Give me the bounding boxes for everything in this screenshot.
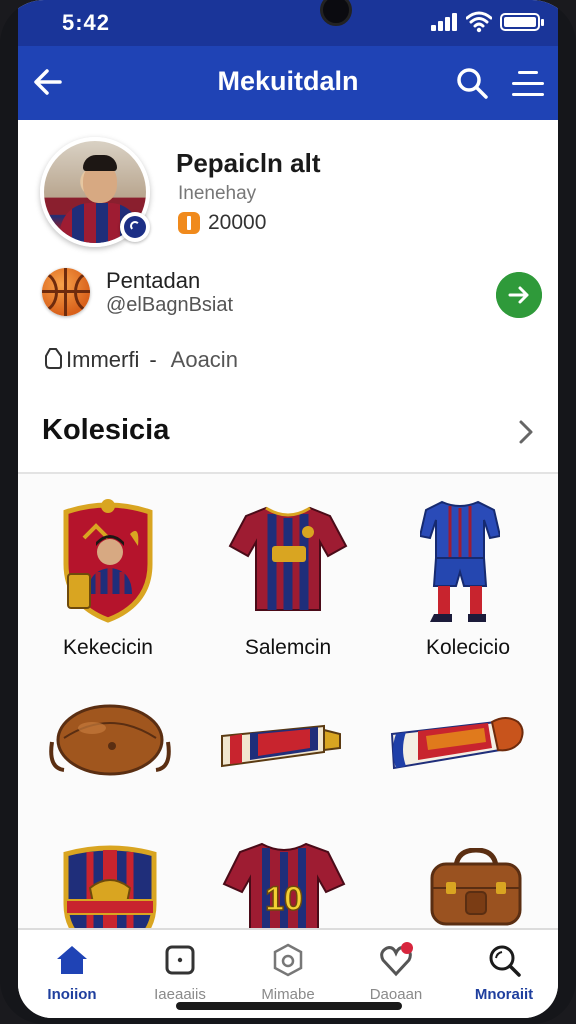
- collection-item[interactable]: Kolecicio: [378, 474, 558, 674]
- info-row[interactable]: Immerfi - Aoacin: [42, 346, 238, 373]
- account-handle: @elBagnBsiat: [106, 294, 234, 316]
- home-indicator[interactable]: [176, 1002, 402, 1010]
- scarf-fist-icon: [390, 717, 524, 770]
- search-icon[interactable]: [454, 65, 490, 101]
- status-bar: 5:42: [18, 0, 558, 46]
- status-time: 5:42: [62, 10, 111, 35]
- collection-item-label: Kolecicio: [425, 636, 511, 659]
- kit-icon: [420, 500, 500, 622]
- account-name: Pentadan: [106, 268, 201, 293]
- info-value: Aoacin: [170, 347, 238, 372]
- collection-item[interactable]: Kekecicin: [18, 474, 198, 674]
- collection-header[interactable]: Kolesicia: [18, 400, 558, 474]
- verified-badge-icon: [120, 212, 150, 242]
- screen: 5:42 Mekuitdaln Pepaicln alt Inenehay 20…: [18, 0, 558, 1018]
- collection-item[interactable]: [198, 674, 378, 824]
- profile-subtitle: Inenehay: [178, 183, 257, 204]
- info-label: Immerfi: [66, 347, 140, 372]
- square-icon: [165, 945, 195, 975]
- tag-icon: [45, 348, 62, 369]
- nav-item-5[interactable]: Mnoraiit: [450, 930, 558, 1018]
- jersey-number: 10: [265, 880, 303, 918]
- collection-item[interactable]: [378, 824, 558, 928]
- front-camera-icon: [320, 0, 352, 26]
- go-arrow-button[interactable]: [496, 272, 542, 318]
- coin-icon: [178, 212, 200, 234]
- section-title: Kolesicia: [42, 414, 170, 446]
- crest-icon: [63, 845, 157, 928]
- hexagon-icon: [273, 943, 303, 977]
- home-icon: [57, 946, 87, 974]
- search-icon: [489, 945, 521, 977]
- nav-label: Daoaan: [369, 986, 423, 1003]
- club-crest-player-icon: [63, 499, 153, 623]
- chevron-right-icon[interactable]: [514, 418, 538, 446]
- jersey-icon: [228, 506, 348, 611]
- collection-grid: Kekecicin Salemcin Kolecicio 10: [18, 474, 558, 928]
- nav-label: Iaeaaiis: [154, 986, 206, 1003]
- leather-bag-icon: [49, 704, 171, 776]
- signal-icon: [431, 13, 459, 31]
- nav-label: Mimabe: [261, 986, 315, 1003]
- nav-label: Inoiion: [47, 986, 97, 1003]
- collection-item[interactable]: [18, 674, 198, 824]
- basketball-icon: [42, 268, 90, 316]
- collection-item[interactable]: [18, 824, 198, 928]
- info-separator: -: [149, 347, 157, 372]
- collection-item[interactable]: Salemcin: [198, 474, 378, 674]
- scarf-icon: [221, 724, 341, 768]
- nav-label: Mnoraiit: [474, 986, 534, 1003]
- wifi-icon: [466, 11, 492, 33]
- battery-icon: [500, 13, 544, 31]
- travel-bag-icon: [430, 848, 522, 926]
- nav-home[interactable]: Inoiion: [18, 930, 126, 1018]
- collection-item[interactable]: [378, 674, 558, 824]
- profile-name: Pepaicln alt: [176, 148, 321, 178]
- jersey-10-icon: 10: [222, 842, 346, 928]
- menu-icon[interactable]: [512, 70, 544, 96]
- phone-frame: 5:42 Mekuitdaln Pepaicln alt Inenehay 20…: [0, 0, 576, 1024]
- collection-item[interactable]: 10: [198, 824, 378, 928]
- collection-item-label: Kekecicin: [63, 636, 153, 659]
- collection-item-label: Salemcin: [244, 636, 332, 659]
- heart-shield-icon: [380, 942, 413, 977]
- coin-balance: 20000: [208, 211, 267, 234]
- app-bar: Mekuitdaln: [18, 46, 558, 120]
